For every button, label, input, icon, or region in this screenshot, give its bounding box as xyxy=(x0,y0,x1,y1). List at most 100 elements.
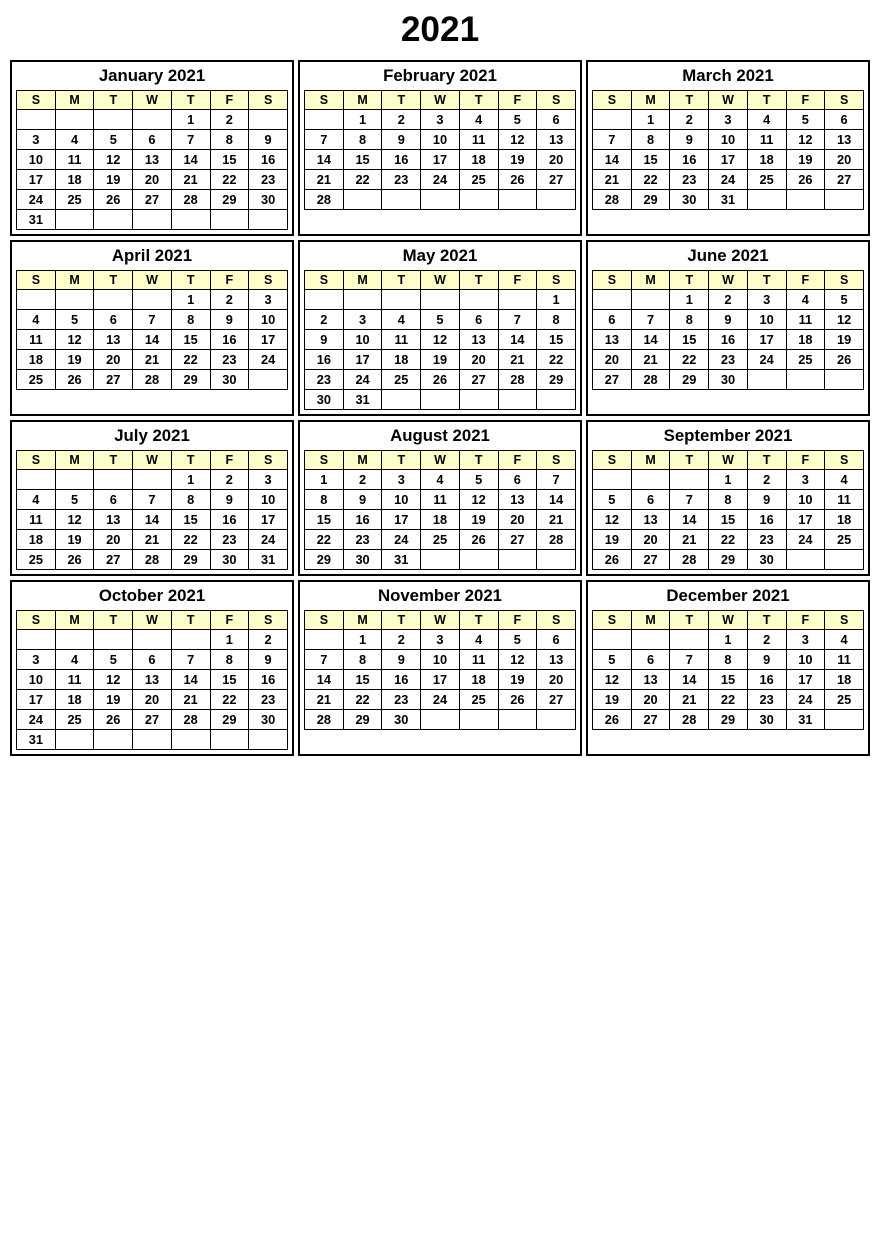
calendar-day xyxy=(421,190,460,210)
calendar-day: 31 xyxy=(17,730,56,750)
calendar-day: 22 xyxy=(343,690,382,710)
calendar-day xyxy=(55,210,94,230)
calendar-day: 3 xyxy=(709,110,748,130)
calendar-day: 12 xyxy=(459,490,498,510)
calendar-day: 14 xyxy=(631,330,670,350)
calendar-day: 5 xyxy=(498,110,537,130)
calendar-day: 12 xyxy=(421,330,460,350)
calendar-day: 22 xyxy=(670,350,709,370)
calendar-day: 13 xyxy=(631,670,670,690)
calendar-day: 30 xyxy=(747,550,786,570)
calendar-day: 7 xyxy=(670,490,709,510)
calendar-day xyxy=(249,730,288,750)
calendar-day: 26 xyxy=(786,170,825,190)
calendar-day: 27 xyxy=(631,550,670,570)
calendar-day: 23 xyxy=(747,690,786,710)
calendar-day: 15 xyxy=(210,150,249,170)
calendar-day: 10 xyxy=(747,310,786,330)
day-header: T xyxy=(459,611,498,630)
calendar-day: 4 xyxy=(459,630,498,650)
day-header: S xyxy=(17,91,56,110)
month-june-2021: June 2021SMTWTFS123456789101112131415161… xyxy=(586,240,870,416)
calendar-day: 6 xyxy=(94,490,133,510)
day-header: T xyxy=(382,611,421,630)
calendar-day: 4 xyxy=(17,490,56,510)
day-header: T xyxy=(382,271,421,290)
day-header: F xyxy=(210,271,249,290)
calendar-day: 27 xyxy=(133,190,172,210)
calendar-day: 6 xyxy=(537,110,576,130)
calendar-day: 18 xyxy=(825,670,864,690)
calendar-day: 9 xyxy=(709,310,748,330)
calendar-day: 25 xyxy=(459,690,498,710)
calendar-day: 20 xyxy=(631,690,670,710)
calendar-day: 26 xyxy=(94,190,133,210)
calendar-day: 15 xyxy=(343,150,382,170)
calendar-day: 2 xyxy=(382,630,421,650)
calendar-day: 8 xyxy=(210,650,249,670)
day-header: T xyxy=(670,91,709,110)
calendar-day: 9 xyxy=(343,490,382,510)
calendar-day: 15 xyxy=(305,510,344,530)
month-april-2021: April 2021SMTWTFS12345678910111213141516… xyxy=(10,240,294,416)
calendar-day: 10 xyxy=(249,490,288,510)
day-header: F xyxy=(786,271,825,290)
calendar-day: 8 xyxy=(171,490,210,510)
calendar-day: 13 xyxy=(825,130,864,150)
calendar-day: 13 xyxy=(498,490,537,510)
calendar-day xyxy=(825,190,864,210)
day-header: S xyxy=(825,611,864,630)
calendar-day: 30 xyxy=(382,710,421,730)
calendar-day: 26 xyxy=(593,550,632,570)
day-header: S xyxy=(593,271,632,290)
calendar-day xyxy=(55,470,94,490)
calendar-day: 16 xyxy=(747,510,786,530)
calendar-day: 14 xyxy=(498,330,537,350)
calendar-day: 2 xyxy=(305,310,344,330)
calendar-day xyxy=(305,630,344,650)
calendar-day: 10 xyxy=(249,310,288,330)
calendar-day: 10 xyxy=(343,330,382,350)
calendar-day: 1 xyxy=(343,110,382,130)
calendar-day: 25 xyxy=(55,190,94,210)
calendar-day: 20 xyxy=(133,170,172,190)
calendar-day xyxy=(133,290,172,310)
calendar-day: 25 xyxy=(17,550,56,570)
day-header: T xyxy=(670,611,709,630)
calendar-day: 22 xyxy=(305,530,344,550)
calendar-day: 30 xyxy=(249,190,288,210)
month-title: November 2021 xyxy=(304,586,576,606)
calendar-day xyxy=(459,710,498,730)
calendar-day: 3 xyxy=(421,630,460,650)
calendar-day: 19 xyxy=(459,510,498,530)
calendar-day: 31 xyxy=(786,710,825,730)
calendar-day xyxy=(55,110,94,130)
day-header: W xyxy=(709,451,748,470)
calendar-day: 5 xyxy=(786,110,825,130)
calendar-day: 10 xyxy=(421,650,460,670)
calendar-day xyxy=(55,290,94,310)
calendar-day: 17 xyxy=(382,510,421,530)
calendar-day: 17 xyxy=(786,510,825,530)
calendar-day: 3 xyxy=(747,290,786,310)
calendar-day xyxy=(171,630,210,650)
calendar-day: 5 xyxy=(55,490,94,510)
calendar-day: 25 xyxy=(382,370,421,390)
calendar-day: 12 xyxy=(825,310,864,330)
calendar-day: 14 xyxy=(133,510,172,530)
calendar-day: 24 xyxy=(709,170,748,190)
calendar-day: 23 xyxy=(709,350,748,370)
month-title: May 2021 xyxy=(304,246,576,266)
calendar-day: 23 xyxy=(343,530,382,550)
calendar-day: 21 xyxy=(498,350,537,370)
calendar-day: 4 xyxy=(786,290,825,310)
calendar-day xyxy=(747,370,786,390)
calendar-day: 14 xyxy=(171,670,210,690)
calendar-day: 20 xyxy=(498,510,537,530)
calendar-day xyxy=(55,630,94,650)
day-header: T xyxy=(94,91,133,110)
month-march-2021: March 2021SMTWTFS12345678910111213141516… xyxy=(586,60,870,236)
calendar-day: 18 xyxy=(747,150,786,170)
calendar-day xyxy=(94,630,133,650)
calendar-day xyxy=(421,550,460,570)
